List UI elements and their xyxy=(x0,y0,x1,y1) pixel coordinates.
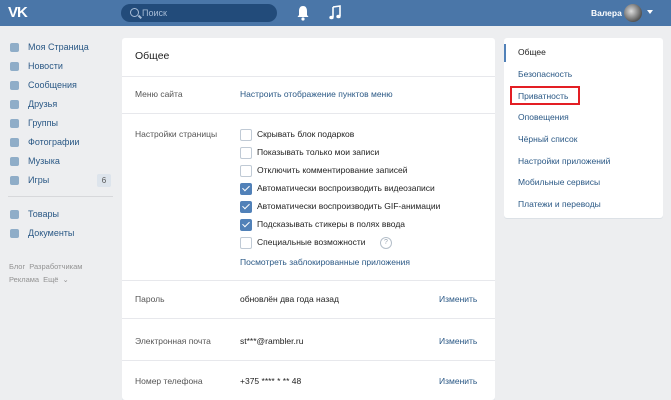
email-value: st***@rambler.ru xyxy=(240,336,304,346)
password-label: Пароль xyxy=(135,294,165,304)
goods-icon xyxy=(10,210,19,219)
phone-label: Номер телефона xyxy=(135,376,203,386)
change-phone-button[interactable]: Изменить xyxy=(439,376,477,386)
search-placeholder: Поиск xyxy=(142,8,167,18)
email-label: Электронная почта xyxy=(135,336,211,346)
sidebar-item-messages[interactable]: Сообщения xyxy=(8,76,113,95)
site-menu-label: Меню сайта xyxy=(135,89,183,99)
menu-item-blacklist[interactable]: Чёрный список xyxy=(518,134,577,144)
checkbox-only-my-posts[interactable] xyxy=(240,147,252,159)
page-title: Общее xyxy=(135,50,170,62)
checkbox-label: Отключить комментирование записей xyxy=(257,165,408,175)
sidebar-item-games[interactable]: Игры 6 xyxy=(8,171,113,190)
photos-icon xyxy=(10,138,19,147)
search-input[interactable]: Поиск xyxy=(121,4,277,22)
menu-item-payments[interactable]: Платежи и переводы xyxy=(518,199,601,209)
footer-link-blog[interactable]: Блог xyxy=(9,262,25,271)
sidebar-item-label: Группы xyxy=(28,118,58,128)
menu-item-app-settings[interactable]: Настройки приложений xyxy=(518,156,610,166)
sidebar-item-documents[interactable]: Документы xyxy=(8,224,113,243)
menu-item-security[interactable]: Безопасность xyxy=(518,69,572,79)
sidebar-item-label: Новости xyxy=(28,61,63,71)
chevron-down-icon[interactable] xyxy=(647,10,653,14)
news-icon xyxy=(10,62,19,71)
phone-value: +375 **** * ** 48 xyxy=(240,376,302,386)
menu-item-notifications[interactable]: Оповещения xyxy=(518,112,569,122)
change-password-button[interactable]: Изменить xyxy=(439,294,477,304)
configure-menu-link[interactable]: Настроить отображение пунктов меню xyxy=(240,89,393,99)
sidebar-item-friends[interactable]: Друзья xyxy=(8,95,113,114)
bell-icon[interactable] xyxy=(296,5,310,21)
active-indicator xyxy=(504,44,506,62)
help-icon[interactable]: ? xyxy=(380,237,392,249)
avatar[interactable] xyxy=(624,4,642,22)
top-bar: VK Поиск Валера xyxy=(0,0,671,26)
divider xyxy=(122,113,495,114)
chevron-down-icon: ⌄ xyxy=(62,275,69,284)
sidebar-item-goods[interactable]: Товары xyxy=(8,205,113,224)
music-note-icon[interactable] xyxy=(328,5,342,21)
left-nav: Моя Страница Новости Сообщения Друзья Гр… xyxy=(8,38,113,243)
menu-item-mobile[interactable]: Мобильные сервисы xyxy=(518,177,600,187)
checkbox-autoplay-gif[interactable] xyxy=(240,201,252,213)
settings-menu: Общее Безопасность Приватность Оповещени… xyxy=(504,38,663,218)
settings-card: Общее Меню сайта Настроить отображение п… xyxy=(122,38,495,400)
user-name[interactable]: Валера xyxy=(591,8,622,18)
groups-icon xyxy=(10,119,19,128)
checkbox-label: Автоматически воспроизводить видеозаписи xyxy=(257,183,435,193)
page-settings-label: Настройки страницы xyxy=(135,129,218,139)
sidebar-item-groups[interactable]: Группы xyxy=(8,114,113,133)
checkbox-autoplay-video[interactable] xyxy=(240,183,252,195)
sidebar-item-label: Сообщения xyxy=(28,80,77,90)
sidebar-item-music[interactable]: Музыка xyxy=(8,152,113,171)
games-icon xyxy=(10,176,19,185)
left-footer: Блог Разработчикам Реклама Ещё ⌄ xyxy=(9,260,114,286)
docs-icon xyxy=(10,229,19,238)
sidebar-item-label: Музыка xyxy=(28,156,60,166)
checkbox-label: Специальные возможности xyxy=(257,237,366,247)
divider xyxy=(122,318,495,319)
privacy-highlight-box xyxy=(510,86,580,105)
sidebar-item-label: Документы xyxy=(28,228,75,238)
sidebar-item-news[interactable]: Новости xyxy=(8,57,113,76)
divider xyxy=(122,76,495,77)
sidebar-item-photos[interactable]: Фотографии xyxy=(8,133,113,152)
checkbox-label: Скрывать блок подарков xyxy=(257,129,355,139)
footer-link-ads[interactable]: Реклама xyxy=(9,275,39,284)
checkbox-label: Автоматически воспроизводить GIF-анимаци… xyxy=(257,201,441,211)
divider xyxy=(122,360,495,361)
sidebar-item-label: Товары xyxy=(28,209,59,219)
blocked-apps-link[interactable]: Посмотреть заблокированные приложения xyxy=(240,257,410,267)
checkbox-hide-gifts[interactable] xyxy=(240,129,252,141)
friends-icon xyxy=(10,100,19,109)
checkbox-label: Показывать только мои записи xyxy=(257,147,380,157)
search-icon xyxy=(130,8,139,17)
checkbox-label: Подсказывать стикеры в полях ввода xyxy=(257,219,406,229)
sidebar-item-label: Игры xyxy=(28,175,50,185)
sidebar-item-label: Моя Страница xyxy=(28,42,89,52)
checkbox-suggest-stickers[interactable] xyxy=(240,219,252,231)
divider xyxy=(122,280,495,281)
checkbox-disable-comments[interactable] xyxy=(240,165,252,177)
sidebar-item-my-page[interactable]: Моя Страница xyxy=(8,38,113,57)
footer-link-more[interactable]: Ещё xyxy=(43,275,58,284)
password-value: обновлён два года назад xyxy=(240,294,339,304)
footer-link-developers[interactable]: Разработчикам xyxy=(29,262,82,271)
games-count-badge: 6 xyxy=(97,174,111,187)
menu-item-general[interactable]: Общее xyxy=(518,47,546,57)
home-icon xyxy=(10,43,19,52)
vk-logo[interactable]: VK xyxy=(8,4,34,22)
sidebar-item-label: Друзья xyxy=(28,99,58,109)
checkbox-accessibility[interactable] xyxy=(240,237,252,249)
messages-icon xyxy=(10,81,19,90)
music-icon xyxy=(10,157,19,166)
change-email-button[interactable]: Изменить xyxy=(439,336,477,346)
nav-divider xyxy=(8,196,113,197)
sidebar-item-label: Фотографии xyxy=(28,137,80,147)
